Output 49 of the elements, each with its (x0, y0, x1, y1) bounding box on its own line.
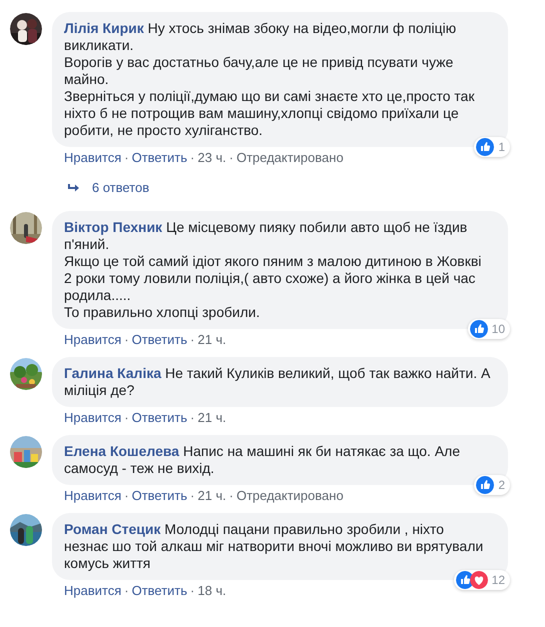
author-link[interactable]: Елена Кошелева (64, 442, 180, 458)
timestamp[interactable]: 23 ч. (198, 150, 226, 166)
action-link[interactable]: Ответить (132, 488, 188, 504)
replies-link[interactable]: 6 ответов (52, 178, 508, 198)
edited-label: Отредактировано (236, 488, 344, 504)
reaction-count: 10 (492, 320, 505, 338)
comment-text: Галина Каліка Не такий Куликів великий, щоб так важко найти. А міліція де? (64, 364, 492, 398)
separator-dot: · (123, 410, 130, 426)
separator-dot: · (228, 488, 234, 504)
separator-dot: · (123, 150, 130, 166)
separator-dot: · (123, 488, 130, 504)
author-link[interactable]: Лілія Кирик (64, 20, 144, 36)
separator-dot: · (228, 150, 234, 166)
reaction-count: 2 (498, 476, 505, 494)
reply-arrow-icon (68, 182, 80, 193)
comment-text: Зверніться у поліції,думаю що ви самі знаєте хто це,просто так ніхто б не потрощив вам машину,хлопці свідомо приїхали це робити, не просто хуліганство. (64, 88, 476, 139)
comment-text: Роман Стецик Молодці пацани правильно зробили , ніхто незнає шо той алкаш міг натворити вночі можливо ви врятували комусь життя (64, 520, 484, 572)
separator-dot: · (123, 332, 130, 348)
separator-dot: · (189, 410, 196, 426)
author-link[interactable]: Галина Каліка (64, 364, 162, 380)
comment-text: Лілія Кирик Ну хтось знімав збоку на відео,могли ф поліцію викликати. (64, 20, 458, 54)
action-link[interactable]: Нравится (64, 582, 122, 598)
comment-text: Елена Кошелева Напис на машині як би натякає за що. Але самосуд - теж не вихід. (64, 442, 462, 476)
separator-dot: · (189, 332, 196, 348)
action-link[interactable]: Нравится (64, 410, 122, 426)
comment-text: Якщо це той самий ідіот якого пяним з малою дитиною в Жовкві 2 роки тому ловили поліція,( авто схоже) а його жінка в цей час родила..... (64, 252, 482, 304)
author-link[interactable]: Роман Стецик (64, 520, 161, 536)
separator-dot: · (189, 582, 196, 598)
action-link[interactable]: Нравится (64, 150, 122, 166)
action-link[interactable]: Нравится (64, 332, 122, 348)
comment-text: Віктор Пехник Це місцевому пияку побили авто щоб не їздив п'яний. (64, 218, 468, 252)
timestamp[interactable]: 21 ч. (198, 488, 226, 504)
edited-label: Отредактировано (236, 150, 344, 166)
separator-dot: · (189, 150, 196, 166)
timestamp[interactable]: 21 ч. (198, 332, 226, 348)
separator-dot: · (123, 582, 130, 598)
reaction-count: 1 (498, 139, 505, 156)
author-link[interactable]: Віктор Пехник (64, 218, 162, 234)
action-link[interactable]: Ответить (132, 332, 188, 348)
action-link[interactable]: Нравится (64, 488, 122, 504)
timestamp[interactable]: 18 ч. (198, 582, 226, 598)
timestamp[interactable]: 21 ч. (198, 410, 226, 426)
action-link[interactable]: Ответить (132, 582, 188, 598)
comment-text: То правильно хлопці зробили. (64, 304, 261, 320)
reaction-count: 12 (492, 572, 505, 588)
separator-dot: · (189, 488, 196, 504)
action-link[interactable]: Ответить (132, 410, 188, 426)
action-link[interactable]: Ответить (132, 150, 188, 166)
comment-text: Ворогів у вас достатньо бачу,але це не привід псувати чуже майно. (64, 54, 454, 88)
